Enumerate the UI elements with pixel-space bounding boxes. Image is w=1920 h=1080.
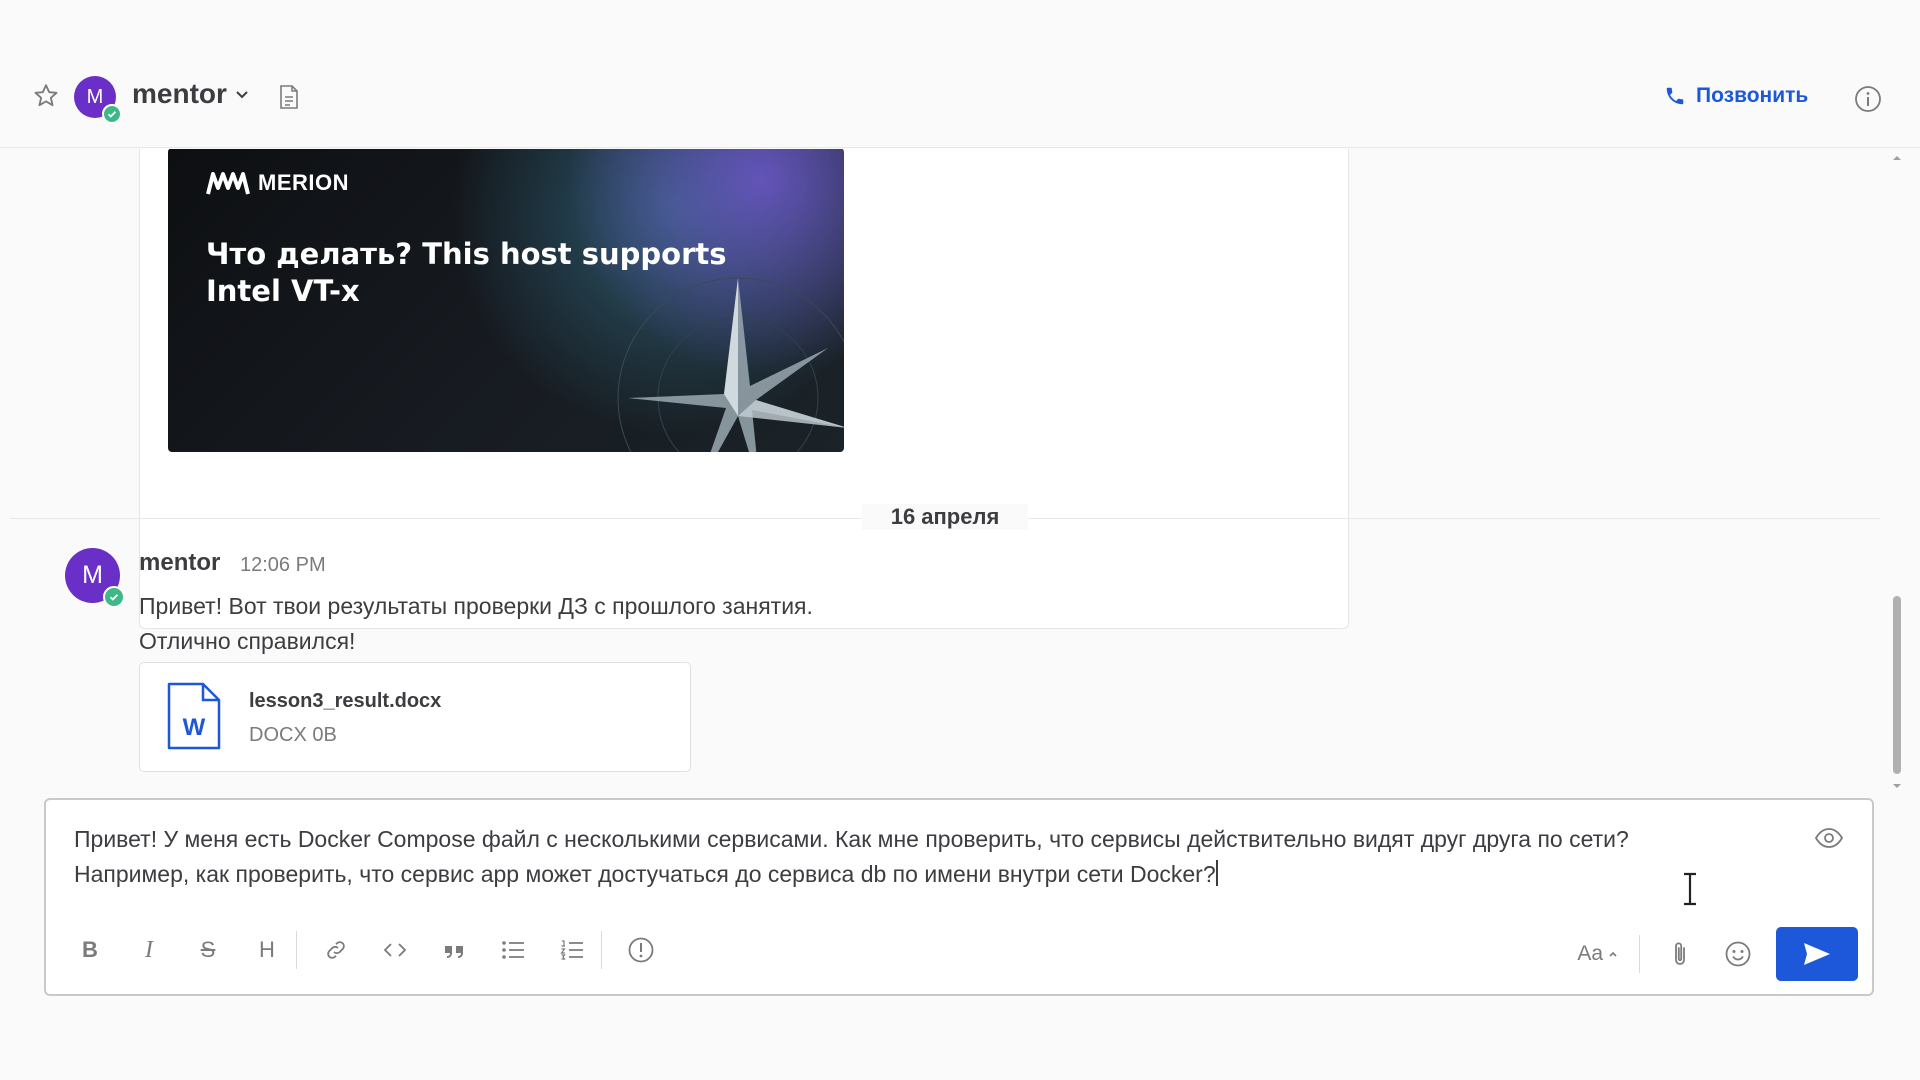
- quote-button[interactable]: [434, 930, 474, 970]
- link-icon: [327, 941, 345, 959]
- input-line: Привет! У меня есть Docker Compose файл …: [74, 826, 1629, 852]
- link-button[interactable]: [316, 930, 356, 970]
- message-input[interactable]: Привет! У меня есть Docker Compose файл …: [74, 822, 1814, 892]
- composer-actions: Aa: [1577, 926, 1858, 982]
- attach-file-button[interactable]: [1660, 934, 1700, 974]
- scrollbar-thumb[interactable]: [1893, 596, 1901, 774]
- bulleted-list-button[interactable]: [493, 930, 533, 970]
- info-icon[interactable]: [1853, 84, 1883, 114]
- avatar-letter: M: [82, 561, 103, 589]
- strikethrough-button[interactable]: S: [188, 930, 228, 970]
- online-status-icon: [103, 586, 125, 608]
- text-caret: [1215, 860, 1218, 886]
- file-meta: DOCX 0B: [249, 724, 337, 746]
- phone-icon: [1666, 87, 1684, 105]
- message-body: Привет! Вот твои результаты проверки ДЗ …: [139, 589, 813, 659]
- compass-star-graphic: [617, 277, 844, 452]
- merion-logo-icon: [206, 172, 250, 195]
- code-icon: [383, 943, 407, 957]
- mouse-ibeam-cursor-icon: [1684, 872, 1696, 906]
- channel-header: M mentor Позвонить: [0, 0, 1920, 148]
- message-composer[interactable]: Привет! У меня есть Docker Compose файл …: [44, 798, 1874, 996]
- formatting-toggle-button[interactable]: Aa: [1577, 942, 1619, 966]
- avatar-letter: M: [86, 85, 104, 108]
- call-button[interactable]: Позвонить: [1664, 84, 1808, 108]
- favorite-star-icon[interactable]: [32, 82, 60, 110]
- numbered-list-button[interactable]: [552, 930, 592, 970]
- priority-button[interactable]: [621, 930, 661, 970]
- italic-button[interactable]: I: [129, 930, 169, 970]
- word-document-icon: W: [167, 682, 221, 750]
- chevron-up-icon: [1609, 951, 1617, 957]
- preview-eye-icon[interactable]: [1814, 826, 1844, 850]
- call-label: Позвонить: [1696, 84, 1809, 107]
- channel-avatar[interactable]: M: [74, 76, 122, 124]
- preview-banner-image[interactable]: MERION Что делать? This host supports In…: [168, 149, 844, 452]
- file-name: lesson3_result.docx: [249, 690, 442, 712]
- font-size-label: Aa: [1577, 942, 1603, 965]
- message-author[interactable]: mentor: [139, 549, 220, 577]
- message-author-avatar[interactable]: M: [65, 548, 125, 608]
- message-line: Привет! Вот твои результаты проверки ДЗ …: [139, 593, 813, 619]
- input-line: Например, как проверить, что сервис app …: [74, 861, 1216, 887]
- heading-button[interactable]: H: [247, 930, 287, 970]
- message-timestamp[interactable]: 12:06 PM: [240, 554, 326, 577]
- scroll-up-arrow-icon[interactable]: [1890, 152, 1904, 164]
- alert-circle-icon: [628, 937, 654, 963]
- online-status-icon: [102, 104, 122, 124]
- channel-files-icon[interactable]: [278, 84, 300, 110]
- paperclip-icon: [1675, 942, 1685, 965]
- code-button[interactable]: [375, 930, 415, 970]
- logo-text: MERION: [258, 170, 349, 195]
- message-line: Отлично справился!: [139, 628, 356, 654]
- date-divider-label: 16 апреля: [862, 504, 1028, 530]
- chevron-down-icon: [236, 91, 248, 99]
- message-feed: MERION Что делать? This host supports In…: [0, 149, 1890, 789]
- input-line-with-caret: Например, как проверить, что сервис app …: [74, 857, 1814, 892]
- numbered-list-icon: [560, 940, 583, 960]
- scroll-down-arrow-icon[interactable]: [1890, 780, 1904, 792]
- merion-logo: MERION: [206, 170, 349, 196]
- toolbar-divider: [296, 931, 297, 969]
- file-attachment[interactable]: W lesson3_result.docx DOCX 0B: [139, 662, 691, 772]
- channel-name: mentor: [132, 78, 227, 109]
- send-button[interactable]: [1776, 927, 1858, 981]
- channel-name-button[interactable]: mentor: [132, 78, 251, 110]
- toolbar-divider: [601, 931, 602, 969]
- send-icon: [1804, 943, 1830, 965]
- smiley-icon: [1725, 941, 1751, 967]
- bulleted-list-icon: [502, 941, 524, 959]
- emoji-button[interactable]: [1718, 934, 1758, 974]
- word-icon-letter: W: [183, 714, 206, 741]
- formatting-toolbar: B I S H: [70, 928, 680, 972]
- bold-button[interactable]: B: [70, 930, 110, 970]
- quote-icon: [445, 946, 463, 958]
- toolbar-divider: [1639, 935, 1640, 973]
